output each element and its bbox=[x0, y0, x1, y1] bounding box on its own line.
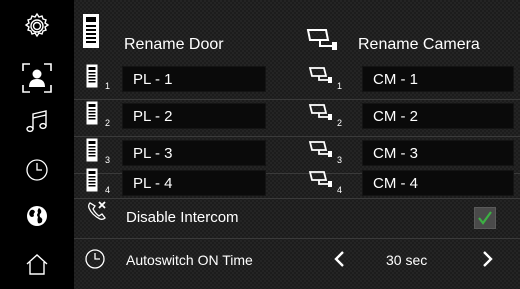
door-name-input[interactable]: PL - 2 bbox=[122, 103, 266, 129]
autoswitch-label: Autoswitch ON Time bbox=[126, 252, 253, 268]
door-number: 4 bbox=[105, 185, 111, 195]
rename-camera-header: Rename Camera bbox=[358, 36, 480, 53]
home-icon bbox=[26, 254, 48, 275]
camera-icon bbox=[306, 29, 337, 50]
sidebar-item-time[interactable] bbox=[0, 146, 74, 194]
row-divider bbox=[74, 99, 520, 100]
camera-name-input[interactable]: CM - 1 bbox=[362, 66, 514, 92]
camera-name-input[interactable]: CM - 3 bbox=[362, 140, 514, 166]
sidebar-item-home[interactable] bbox=[0, 240, 74, 288]
user-frame-icon bbox=[22, 63, 52, 93]
door-number: 1 bbox=[105, 81, 111, 91]
camera-icon bbox=[308, 103, 334, 126]
sidebar bbox=[0, 0, 74, 289]
camera-name-input[interactable]: CM - 2 bbox=[362, 103, 514, 129]
settings-screen: Rename Door Rename Camera 1 PL - 1 1 CM - 1… bbox=[0, 0, 520, 289]
disable-intercom-checkbox[interactable] bbox=[474, 207, 496, 229]
autoswitch-increase-button[interactable] bbox=[475, 246, 501, 272]
music-note-icon bbox=[26, 110, 47, 133]
chevron-left-icon bbox=[334, 251, 344, 267]
sidebar-item-language[interactable] bbox=[0, 192, 74, 240]
camera-icon bbox=[308, 140, 334, 163]
door-number: 3 bbox=[105, 155, 111, 165]
disable-intercom-label: Disable Intercom bbox=[126, 208, 239, 226]
door-name-input[interactable]: PL - 1 bbox=[122, 66, 266, 92]
camera-icon bbox=[308, 66, 334, 89]
door-panel-icon bbox=[86, 168, 98, 197]
clock-icon bbox=[26, 159, 48, 181]
autoswitch-value: 30 sec bbox=[386, 252, 428, 268]
gear-icon bbox=[24, 12, 50, 38]
autoswitch-decrease-button[interactable] bbox=[326, 246, 352, 272]
sidebar-item-user[interactable] bbox=[0, 54, 74, 102]
camera-number: 4 bbox=[337, 185, 343, 195]
row-divider bbox=[74, 238, 520, 239]
door-name-input[interactable]: PL - 3 bbox=[122, 140, 266, 166]
door-panel-icon bbox=[83, 14, 99, 48]
phone-disabled-icon bbox=[88, 201, 106, 220]
camera-name-input[interactable]: CM - 4 bbox=[362, 170, 514, 196]
door-panel-icon bbox=[86, 101, 98, 130]
rename-door-header: Rename Door bbox=[124, 36, 224, 53]
globe-icon bbox=[27, 206, 47, 226]
chevron-right-icon bbox=[483, 251, 493, 267]
door-name-input[interactable]: PL - 4 bbox=[122, 170, 266, 196]
content-panel: Rename Door Rename Camera 1 PL - 1 1 CM - 1… bbox=[74, 0, 520, 289]
camera-number: 1 bbox=[337, 81, 343, 91]
door-panel-icon bbox=[86, 138, 98, 167]
sidebar-item-settings[interactable] bbox=[0, 2, 74, 50]
camera-number: 3 bbox=[337, 155, 343, 165]
camera-number: 2 bbox=[337, 118, 343, 128]
clock-icon bbox=[85, 249, 105, 269]
door-number: 2 bbox=[105, 118, 111, 128]
checkmark-icon bbox=[478, 211, 492, 225]
sidebar-item-sound[interactable] bbox=[0, 98, 74, 146]
door-panel-icon bbox=[86, 64, 98, 93]
row-divider bbox=[74, 198, 520, 199]
camera-icon bbox=[308, 170, 334, 193]
row-divider bbox=[74, 136, 520, 137]
